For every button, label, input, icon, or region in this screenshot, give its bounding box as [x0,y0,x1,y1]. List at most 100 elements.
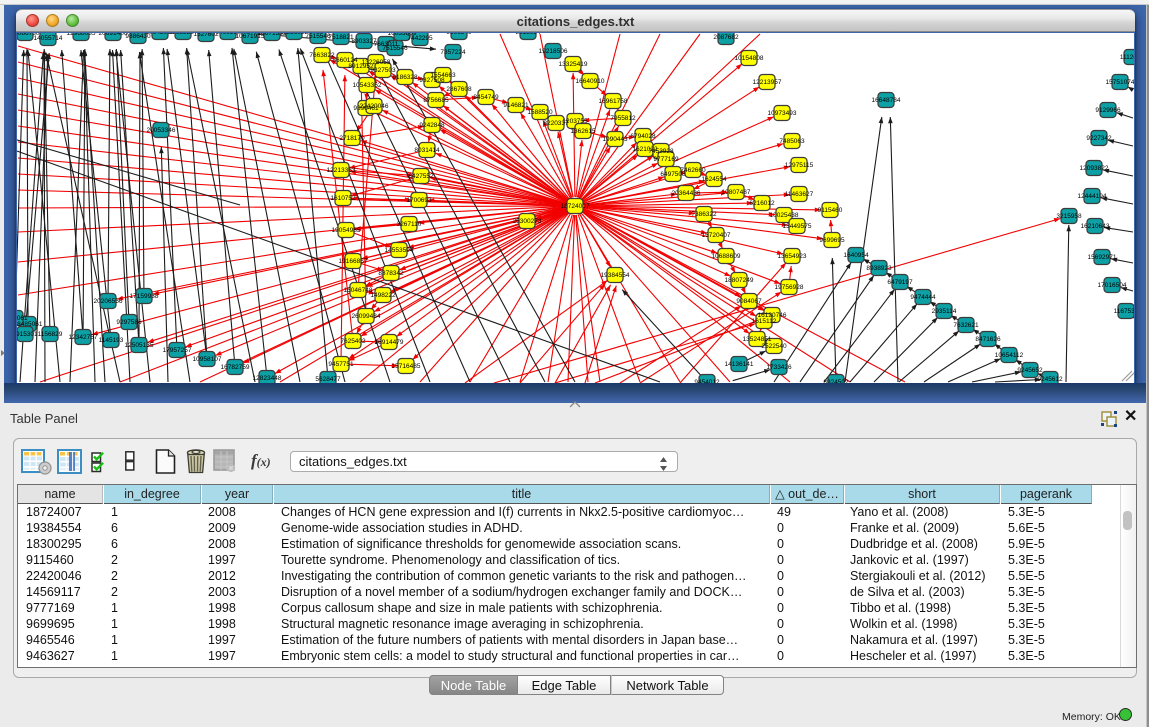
svg-text:6479197: 6479197 [887,279,913,286]
svg-text:19384554: 19384554 [601,272,630,279]
svg-text:7663822: 7663822 [309,52,335,59]
svg-text:8756685: 8756685 [423,97,449,104]
svg-text:8427552: 8427552 [408,173,434,180]
svg-text:7632621: 7632621 [953,322,979,329]
svg-text:12342757: 12342757 [69,334,98,341]
svg-text:14055714: 14055714 [34,35,63,42]
svg-text:9506549: 9506549 [446,33,472,36]
svg-text:1362615: 1362615 [570,128,596,135]
svg-text:12975115: 12975115 [785,162,814,169]
svg-text:3215958: 3215958 [1056,213,1082,220]
svg-text:2935114: 2935114 [932,308,957,315]
svg-text:26099484: 26099484 [352,313,381,320]
svg-text:12213363: 12213363 [327,167,356,174]
svg-text:3267110: 3267110 [397,221,422,228]
svg-text:8878342: 8878342 [378,270,404,277]
svg-text:8938923: 8938923 [866,265,892,272]
svg-text:7462660: 7462660 [680,167,706,174]
svg-text:16648784: 16648784 [872,97,901,104]
svg-text:9699695: 9699695 [819,237,845,244]
svg-text:15046748: 15046748 [344,287,373,294]
svg-text:6794028: 6794028 [630,133,656,140]
svg-text:10688609: 10688609 [712,253,741,260]
svg-text:13325419: 13325419 [559,61,588,68]
svg-text:8235061: 8235061 [17,315,28,322]
svg-text:16640910: 16640910 [576,78,605,85]
svg-text:12213957: 12213957 [753,79,782,86]
svg-text:18807249: 18807249 [725,277,754,284]
svg-text:10154808: 10154808 [735,55,764,62]
svg-text:9146821: 9146821 [503,102,529,109]
svg-text:10543362: 10543362 [353,82,382,89]
svg-text:7518821: 7518821 [328,34,354,41]
svg-text:3915301: 3915301 [17,331,38,338]
svg-text:7485063: 7485063 [779,138,805,145]
svg-text:8031414: 8031414 [414,147,440,154]
svg-text:7357224: 7357224 [440,49,466,56]
svg-text:9115460: 9115460 [818,207,843,214]
svg-text:2867608: 2867608 [446,86,472,93]
svg-text:1588520: 1588520 [527,109,553,116]
svg-text:1156829: 1156829 [38,331,63,338]
svg-text:9129966: 9129966 [1095,107,1121,114]
svg-text:9297586: 9297586 [116,319,142,326]
svg-text:1640954: 1640954 [843,252,869,259]
svg-text:16210643: 16210643 [1081,223,1110,230]
svg-text:1145193: 1145193 [99,337,124,344]
svg-text:19218506: 19218506 [539,48,568,55]
svg-text:16961758: 16961758 [599,98,628,105]
svg-text:15692971: 15692971 [1088,254,1117,261]
svg-text:9227342: 9227342 [1086,135,1112,142]
svg-text:2087682: 2087682 [713,34,739,41]
svg-text:15751074: 15751074 [1106,79,1134,86]
svg-text:1733426: 1733426 [766,364,792,371]
svg-text:2522540: 2522540 [761,343,787,350]
svg-text:10025438: 10025438 [770,212,799,219]
svg-text:19166857: 19166857 [339,258,368,265]
svg-text:13654923: 13654923 [778,253,807,260]
svg-text:1498222: 1498222 [370,292,396,299]
svg-text:25300273: 25300273 [513,218,542,225]
svg-text:7515546: 7515546 [382,45,408,52]
svg-text:7515546: 7515546 [305,33,331,40]
svg-text:7625402: 7625402 [340,338,366,345]
svg-text:20364436: 20364436 [672,190,701,197]
svg-text:12823448: 12823448 [253,375,282,382]
svg-text:12093822: 12093822 [1080,165,1109,172]
svg-text:1554663: 1554663 [430,72,456,79]
svg-text:20053346: 20053346 [147,127,176,134]
svg-text:20206556: 20206556 [94,298,123,305]
svg-text:9245652: 9245652 [1017,367,1043,374]
svg-text:6216012: 6216012 [749,200,775,207]
svg-text:1610752: 1610752 [330,195,356,202]
svg-text:15716485: 15716485 [392,363,421,370]
svg-text:1615112: 1615112 [752,318,777,325]
svg-text:12968035: 12968035 [67,33,96,37]
svg-text:9457751: 9457751 [328,361,354,368]
svg-text:9245612: 9245612 [1037,376,1063,383]
svg-text:5628477: 5628477 [315,376,341,383]
svg-text:22420046: 22420046 [360,103,389,110]
svg-text:7386322: 7386322 [691,211,717,218]
svg-text:9084067: 9084067 [736,298,762,305]
svg-text:18485061: 18485061 [17,321,43,328]
svg-text:1990443: 1990443 [602,136,628,143]
svg-text:20691406: 20691406 [99,33,128,37]
svg-text:18724007: 18724007 [561,203,590,210]
svg-text:2718170: 2718170 [339,135,365,142]
svg-text:11463627: 11463627 [785,191,814,198]
svg-text:12505135: 12505135 [125,342,154,349]
svg-text:1112045: 1112045 [1120,54,1134,61]
svg-text:1167534: 1167534 [1114,308,1134,315]
svg-text:8186328: 8186328 [392,74,418,81]
svg-text:10654112: 10654112 [995,352,1024,359]
svg-text:9327503: 9327503 [370,67,396,74]
svg-text:9474444: 9474444 [910,294,936,301]
svg-text:7453928: 7453928 [648,148,674,155]
svg-text:17016504: 17016504 [1098,282,1127,289]
svg-text:7442295: 7442295 [407,35,433,42]
svg-text:14553594: 14553594 [385,247,414,254]
svg-text:13226058: 13226058 [362,59,391,66]
svg-text:19054985: 19054985 [332,227,361,234]
svg-text:10973493: 10973493 [768,110,797,117]
